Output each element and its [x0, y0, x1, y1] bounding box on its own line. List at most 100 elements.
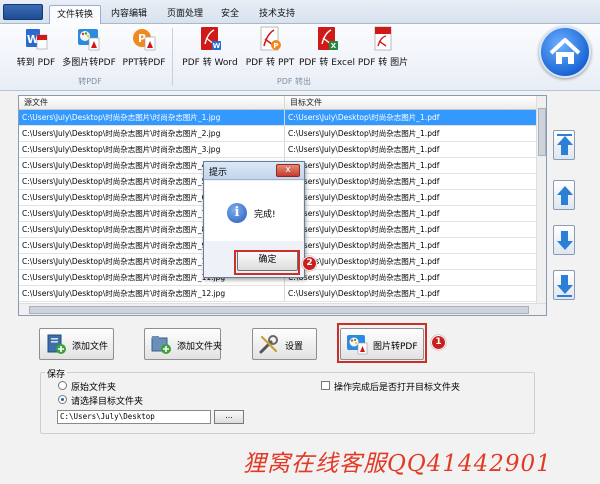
app-menu-button[interactable]	[3, 4, 43, 20]
tab-content-edit[interactable]: 内容编辑	[104, 5, 154, 24]
pdf-to-ppt-label: PDF 转 PPT	[245, 58, 295, 68]
source-file-cell: C:\Users\July\Desktop\时尚杂志图片\时尚杂志图片_2.jp…	[19, 126, 285, 141]
target-file-cell: C:\Users\July\Desktop\时尚杂志图片_1.pdf	[288, 177, 440, 186]
svg-text:X: X	[331, 42, 337, 50]
scroll-thumb[interactable]	[538, 108, 546, 156]
add-folder-button[interactable]: 添加文件夹	[144, 328, 223, 360]
ppt-to-pdf-button[interactable]: P PPT转PDF	[122, 26, 166, 74]
target-file-cell: C:\Users\July\Desktop\时尚杂志图片_1.pdf	[288, 273, 440, 282]
move-down-button[interactable]	[553, 225, 575, 255]
tab-file-convert[interactable]: 文件转换	[49, 5, 101, 24]
add-folder-icon	[151, 336, 171, 354]
dialog-close-button[interactable]: x	[276, 164, 300, 177]
home-button[interactable]	[539, 26, 591, 78]
target-file-cell: C:\Users\July\Desktop\时尚杂志图片_1.pdf	[288, 193, 440, 202]
column-header-source[interactable]: 源文件	[19, 96, 285, 110]
add-file-icon	[47, 334, 66, 354]
group-to-pdf-label: 转PDF	[78, 77, 102, 86]
table-row[interactable]: C:\Users\July\Desktop\时尚杂志图片\时尚杂志图片_12.j…	[19, 286, 536, 302]
add-file-button[interactable]: 添加文件	[39, 328, 114, 360]
group-pdf-out-label: PDF 转出	[276, 77, 312, 86]
move-bottom-button[interactable]	[553, 270, 575, 300]
pdf-to-excel-button[interactable]: X PDF 转 Excel	[298, 26, 356, 74]
radio-original-label: 原始文件夹	[71, 383, 117, 393]
pdf-image-icon	[371, 26, 395, 52]
watermark-text: 狸窝在线客服QQ41442901	[243, 451, 552, 477]
target-file-cell: C:\Users\July\Desktop\时尚杂志图片_1.pdf	[288, 289, 440, 298]
tab-page-process[interactable]: 页面处理	[160, 5, 210, 24]
settings-label: 设置	[285, 342, 304, 352]
target-file-cell: C:\Users\July\Desktop\时尚杂志图片_1.pdf	[288, 257, 440, 266]
step-marker-2: 2	[302, 256, 317, 271]
pdf-to-excel-label: PDF 转 Excel	[298, 58, 356, 68]
target-file-cell: C:\Users\July\Desktop\时尚杂志图片_1.pdf	[288, 161, 440, 170]
target-path-input[interactable]: C:\Users\July\Desktop	[57, 410, 211, 424]
dialog-titlebar[interactable]: 提示 x	[204, 162, 304, 180]
svg-text:P: P	[273, 42, 278, 50]
target-file-cell: C:\Users\July\Desktop\时尚杂志图片_1.pdf	[288, 241, 440, 250]
radio-original-folder[interactable]	[58, 381, 67, 390]
step-marker-1: 1	[431, 335, 446, 350]
ok-highlight-box	[234, 250, 300, 275]
target-file-cell: C:\Users\July\Desktop\时尚杂志图片_1.pdf	[288, 145, 440, 154]
to-pdf-label: 转到 PDF	[16, 58, 56, 68]
browse-button[interactable]: ...	[214, 410, 244, 424]
ribbon-separator	[172, 28, 173, 86]
move-up-button[interactable]	[553, 180, 575, 210]
svg-text:W: W	[213, 42, 221, 50]
pdf-to-ppt-button[interactable]: P PDF 转 PPT	[242, 26, 298, 74]
radio-target-folder[interactable]	[58, 395, 67, 404]
add-file-label: 添加文件	[72, 342, 109, 352]
pdf-to-word-label: PDF 转 Word	[182, 58, 238, 68]
save-group-title: 保存	[45, 367, 68, 380]
source-file-cell: C:\Users\July\Desktop\时尚杂志图片\时尚杂志图片_3.jp…	[19, 142, 285, 157]
source-file-cell: C:\Users\July\Desktop\时尚杂志图片\时尚杂志图片_12.j…	[19, 286, 285, 301]
arrow-down-icon	[557, 241, 573, 250]
arrow-bottom-icon	[557, 285, 573, 294]
dialog-message: 完成!	[254, 210, 276, 220]
pdf-to-image-button[interactable]: PDF 转 图片	[356, 26, 410, 74]
images-to-pdf-button[interactable]: 多图片转PDF	[60, 26, 118, 74]
open-folder-checkbox[interactable]	[321, 381, 330, 390]
to-pdf-button[interactable]: W 转到 PDF	[14, 26, 58, 74]
dialog-body: i 完成!	[205, 181, 303, 241]
move-top-button[interactable]	[553, 130, 575, 160]
tab-bar: 文件转换 内容编辑 页面处理 安全 技术支持	[0, 0, 600, 24]
pdf-to-image-label: PDF 转 图片	[357, 58, 409, 68]
word-pdf-icon: W	[24, 26, 48, 52]
table-row[interactable]: C:\Users\July\Desktop\时尚杂志图片\时尚杂志图片_3.jp…	[19, 142, 536, 158]
table-row[interactable]: C:\Users\July\Desktop\时尚杂志图片\时尚杂志图片_1.jp…	[19, 110, 536, 126]
source-file-cell: C:\Users\July\Desktop\时尚杂志图片\时尚杂志图片_1.jp…	[19, 110, 285, 125]
palette-pdf-icon	[77, 26, 101, 52]
tab-tech-support[interactable]: 技术支持	[252, 5, 302, 24]
tab-security[interactable]: 安全	[216, 5, 244, 24]
target-file-cell: C:\Users\July\Desktop\时尚杂志图片_1.pdf	[288, 113, 440, 122]
ppt-to-pdf-label: PPT转PDF	[122, 58, 166, 68]
arrow-top-icon	[557, 136, 573, 145]
app-window: 文件转换 内容编辑 页面处理 安全 技术支持 W 转到 PDF 多图片转PDF …	[0, 0, 600, 484]
horizontal-scrollbar[interactable]	[19, 303, 546, 315]
pdf-ppt-icon: P	[258, 26, 282, 52]
ribbon: W 转到 PDF 多图片转PDF P PPT转PDF 转PDF W PDF 转 …	[0, 24, 600, 91]
ppt-pdf-icon: P	[132, 26, 156, 52]
pdf-word-icon: W	[198, 26, 222, 52]
settings-button[interactable]: 设置	[252, 328, 317, 360]
open-folder-label: 操作完成后是否打开目标文件夹	[334, 383, 461, 393]
vertical-scrollbar[interactable]	[536, 96, 546, 303]
table-row[interactable]: C:\Users\July\Desktop\时尚杂志图片\时尚杂志图片_2.jp…	[19, 126, 536, 142]
info-icon: i	[227, 203, 247, 223]
column-header-target[interactable]: 目标文件	[285, 96, 536, 110]
radio-target-label: 请选择目标文件夹	[71, 397, 144, 407]
images-to-pdf-label: 多图片转PDF	[62, 58, 116, 68]
dialog-title: 提示	[209, 168, 228, 178]
scroll-thumb[interactable]	[29, 306, 529, 314]
pdf-to-word-button[interactable]: W PDF 转 Word	[180, 26, 240, 74]
target-file-cell: C:\Users\July\Desktop\时尚杂志图片_1.pdf	[288, 129, 440, 138]
table-header: 源文件 目标文件	[19, 96, 536, 110]
target-file-cell: C:\Users\July\Desktop\时尚杂志图片_1.pdf	[288, 209, 440, 218]
target-file-cell: C:\Users\July\Desktop\时尚杂志图片_1.pdf	[288, 225, 440, 234]
convert-highlight-box	[337, 323, 427, 363]
tools-icon	[259, 335, 278, 354]
pdf-excel-icon: X	[315, 26, 339, 52]
add-folder-label: 添加文件夹	[177, 342, 223, 352]
